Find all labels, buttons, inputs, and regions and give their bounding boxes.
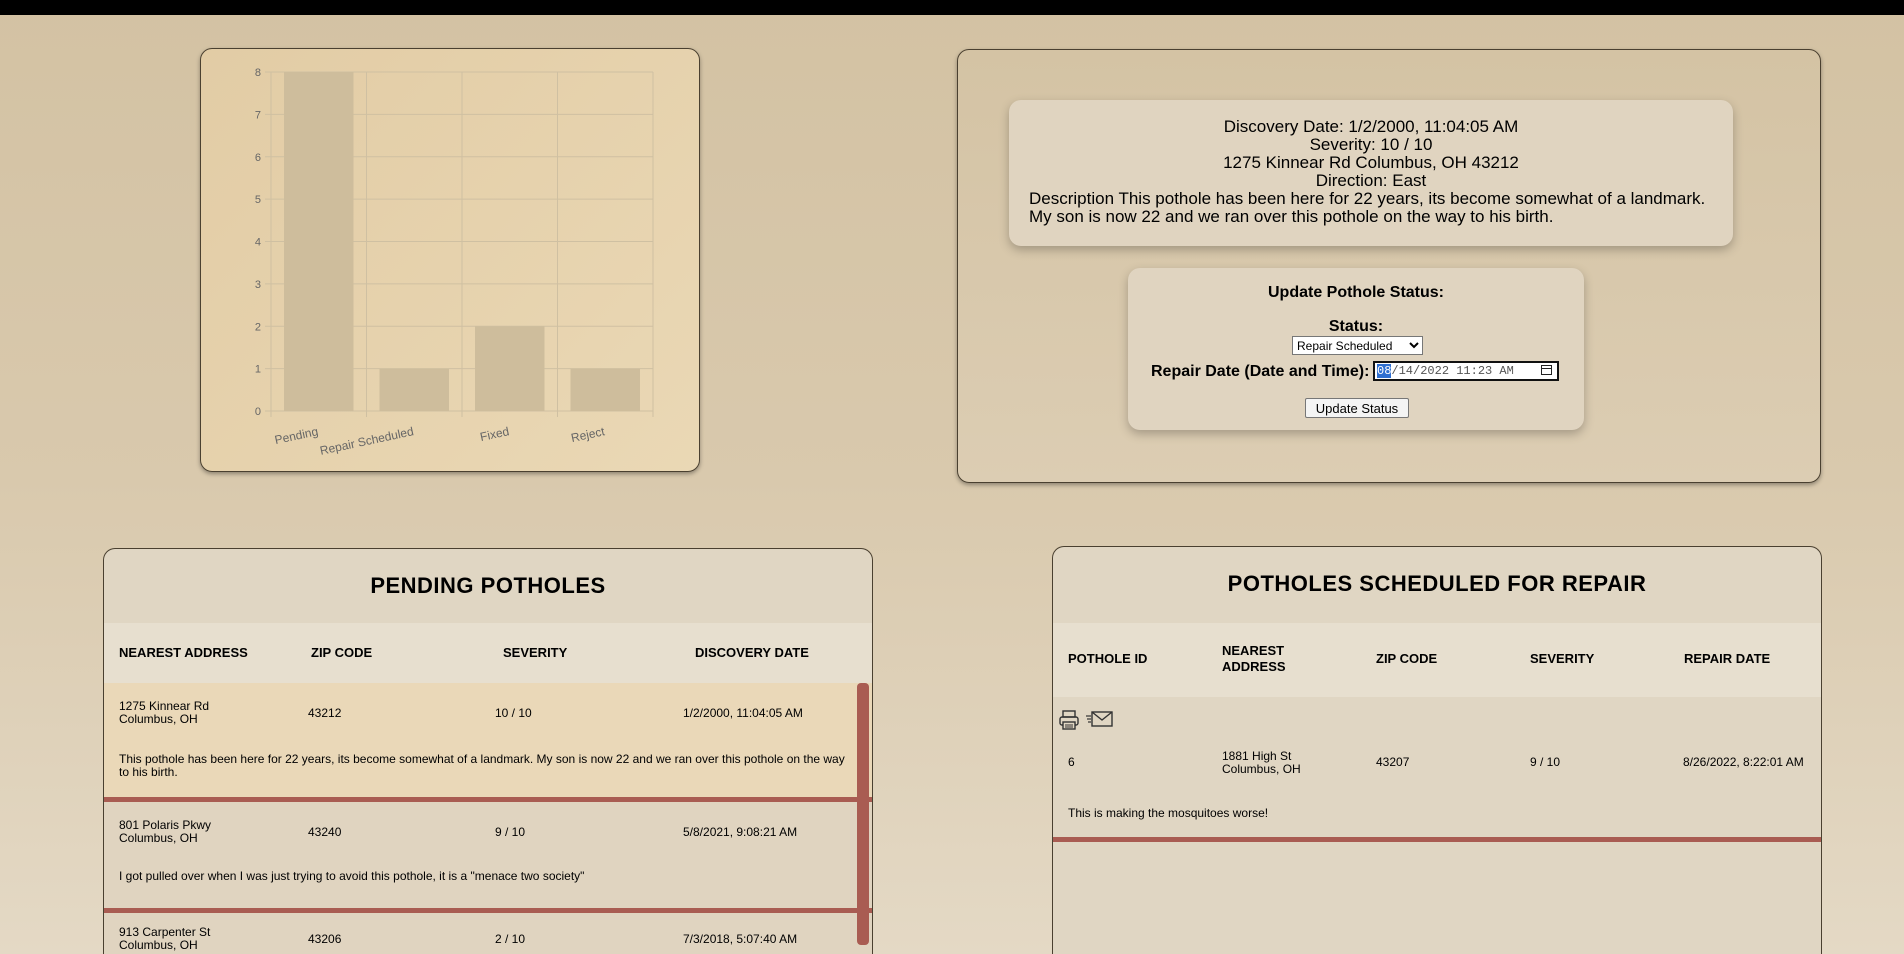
y-tick-label: 1 [255, 364, 261, 376]
table-row[interactable]: 6 1881 High St Columbus, OH 43207 9 / 10 … [1053, 739, 1821, 833]
header-discovery-date: DISCOVERY DATE [695, 645, 809, 660]
severity-text: Severity: 10 / 10 [1309, 135, 1433, 154]
row-severity: 9 / 10 [495, 825, 526, 839]
scheduled-table-header: POTHOLE ID NEAREST ADDRESS ZIP CODE SEVE… [1053, 623, 1821, 697]
row-date: 7/3/2018, 5:07:40 AM [683, 932, 798, 946]
row-city: Columbus, OH [119, 831, 198, 845]
row-address: 801 Polaris Pkwy Columbus, OH [119, 819, 211, 845]
discovery-date: Discovery Date: 1/2/2000, 11:04:05 AM [1223, 117, 1519, 136]
row-address: 1881 High St Columbus, OH [1222, 750, 1301, 776]
row-zip: 43206 [308, 932, 342, 946]
bar-repair-scheduled [379, 368, 449, 411]
row-description: I got pulled over when I was just trying… [119, 869, 585, 883]
header-severity: SEVERITY [1530, 651, 1595, 666]
y-tick-label: 8 [255, 67, 261, 79]
header-zip-code: ZIP CODE [311, 645, 373, 660]
bar-pending [284, 72, 354, 411]
header-pothole-id: POTHOLE ID [1068, 651, 1148, 666]
status-bar-chart: 0 1 2 3 4 5 6 7 8 Pending Repair Scheduled Fixed Rej… [255, 67, 654, 458]
row-city: Columbus, OH [119, 712, 198, 726]
pothole-detail-panel: Discovery Date: 1/2/2000, 11:04:05 AM Se… [957, 49, 1821, 483]
row-address: 913 Carpenter St Columbus, OH [119, 926, 210, 952]
update-status-button[interactable]: Update Status [1305, 398, 1409, 418]
row-severity: 2 / 10 [495, 932, 526, 946]
status-chart-panel: 0 1 2 3 4 5 6 7 8 Pending Repair Scheduled Fixed Rej… [200, 48, 700, 472]
row-date: 1/2/2000, 11:04:05 AM [683, 706, 803, 720]
pending-title: PENDING POTHOLES [370, 573, 606, 598]
pending-table-header: NEAREST ADDRESS ZIP CODE SEVERITY DISCOV… [104, 623, 872, 683]
repair-date-input[interactable]: 08/14/2022 11:23 AM [1373, 361, 1559, 381]
y-tick-label: 6 [255, 152, 261, 164]
status-label: Status: [1328, 318, 1384, 335]
row-zip: 43212 [308, 706, 342, 720]
table-row[interactable]: 801 Polaris Pkwy Columbus, OH 43240 9 / 1… [104, 802, 872, 914]
bar-fixed [475, 326, 545, 411]
direction-text: Direction: East [1315, 171, 1427, 190]
address-text: 1275 Kinnear Rd Columbus, OH 43212 [1223, 153, 1519, 172]
x-tick-label: Repair Scheduled [319, 424, 415, 458]
x-tick-label: Pending [273, 424, 319, 447]
row-date: 8/26/2022, 8:22:01 AM [1683, 755, 1804, 769]
y-tick-label: 7 [255, 109, 261, 121]
row-date: 5/8/2021, 9:08:21 AM [683, 825, 798, 839]
row-id: 6 [1068, 755, 1075, 769]
row-description: This is making the mosquitoes worse! [1068, 806, 1269, 820]
row-address: 1275 Kinnear Rd Columbus, OH [119, 700, 209, 726]
header-severity: SEVERITY [503, 645, 568, 660]
row-zip: 43207 [1376, 755, 1410, 769]
top-bar [0, 0, 1904, 15]
row-city: Columbus, OH [119, 938, 198, 952]
row-description: This pothole has been here for 22 years,… [119, 752, 845, 779]
pothole-info-card: Discovery Date: 1/2/2000, 11:04:05 AM Se… [1009, 100, 1733, 246]
header-repair-date: REPAIR DATE [1684, 651, 1771, 666]
description-text: Description This pothole has been here f… [1029, 189, 1706, 226]
x-tick-label: Reject [570, 424, 607, 445]
row-severity: 9 / 10 [1530, 755, 1561, 769]
row-severity: 10 / 10 [495, 706, 532, 720]
row-zip: 43240 [308, 825, 342, 839]
row-city: Columbus, OH [1222, 762, 1301, 776]
header-nearest-address: NEAREST ADDRESS [1222, 643, 1286, 674]
scheduled-potholes-panel: POTHOLES SCHEDULED FOR REPAIR POTHOLE ID… [1052, 546, 1822, 954]
row-separator [1053, 837, 1821, 842]
pending-scrollbar[interactable] [857, 683, 869, 945]
calendar-icon[interactable] [1541, 365, 1552, 375]
date-month-segment[interactable]: 08 [1377, 364, 1392, 378]
update-status-form: Update Pothole Status: Status: Repair Sc… [1128, 268, 1584, 430]
status-select[interactable]: Repair Scheduled [1292, 336, 1423, 355]
x-tick-label: Fixed [479, 424, 511, 444]
repair-date-label: Repair Date (Date and Time): [1151, 363, 1370, 380]
y-tick-label: 4 [255, 237, 261, 249]
printer-icon[interactable] [1058, 709, 1080, 736]
header-nearest-address: NEAREST ADDRESS [119, 645, 248, 660]
y-tick-label: 0 [255, 406, 261, 418]
bar-reject [570, 368, 640, 411]
pending-potholes-panel: PENDING POTHOLES NEAREST ADDRESS ZIP COD… [103, 548, 873, 954]
y-tick-label: 2 [255, 321, 261, 333]
header-zip-code: ZIP CODE [1376, 651, 1438, 666]
date-rest-segment[interactable]: /14/2022 11:23 AM [1391, 364, 1513, 378]
table-row[interactable]: 913 Carpenter St Columbus, OH 43206 2 / 1… [104, 913, 872, 954]
scheduled-title: POTHOLES SCHEDULED FOR REPAIR [1227, 571, 1647, 596]
y-tick-label: 3 [255, 279, 261, 291]
table-row[interactable]: 1275 Kinnear Rd Columbus, OH 43212 10 / 1… [104, 683, 872, 797]
mail-icon[interactable] [1086, 709, 1114, 734]
y-tick-label: 5 [255, 194, 261, 206]
update-form-title: Update Pothole Status: [1267, 284, 1444, 301]
